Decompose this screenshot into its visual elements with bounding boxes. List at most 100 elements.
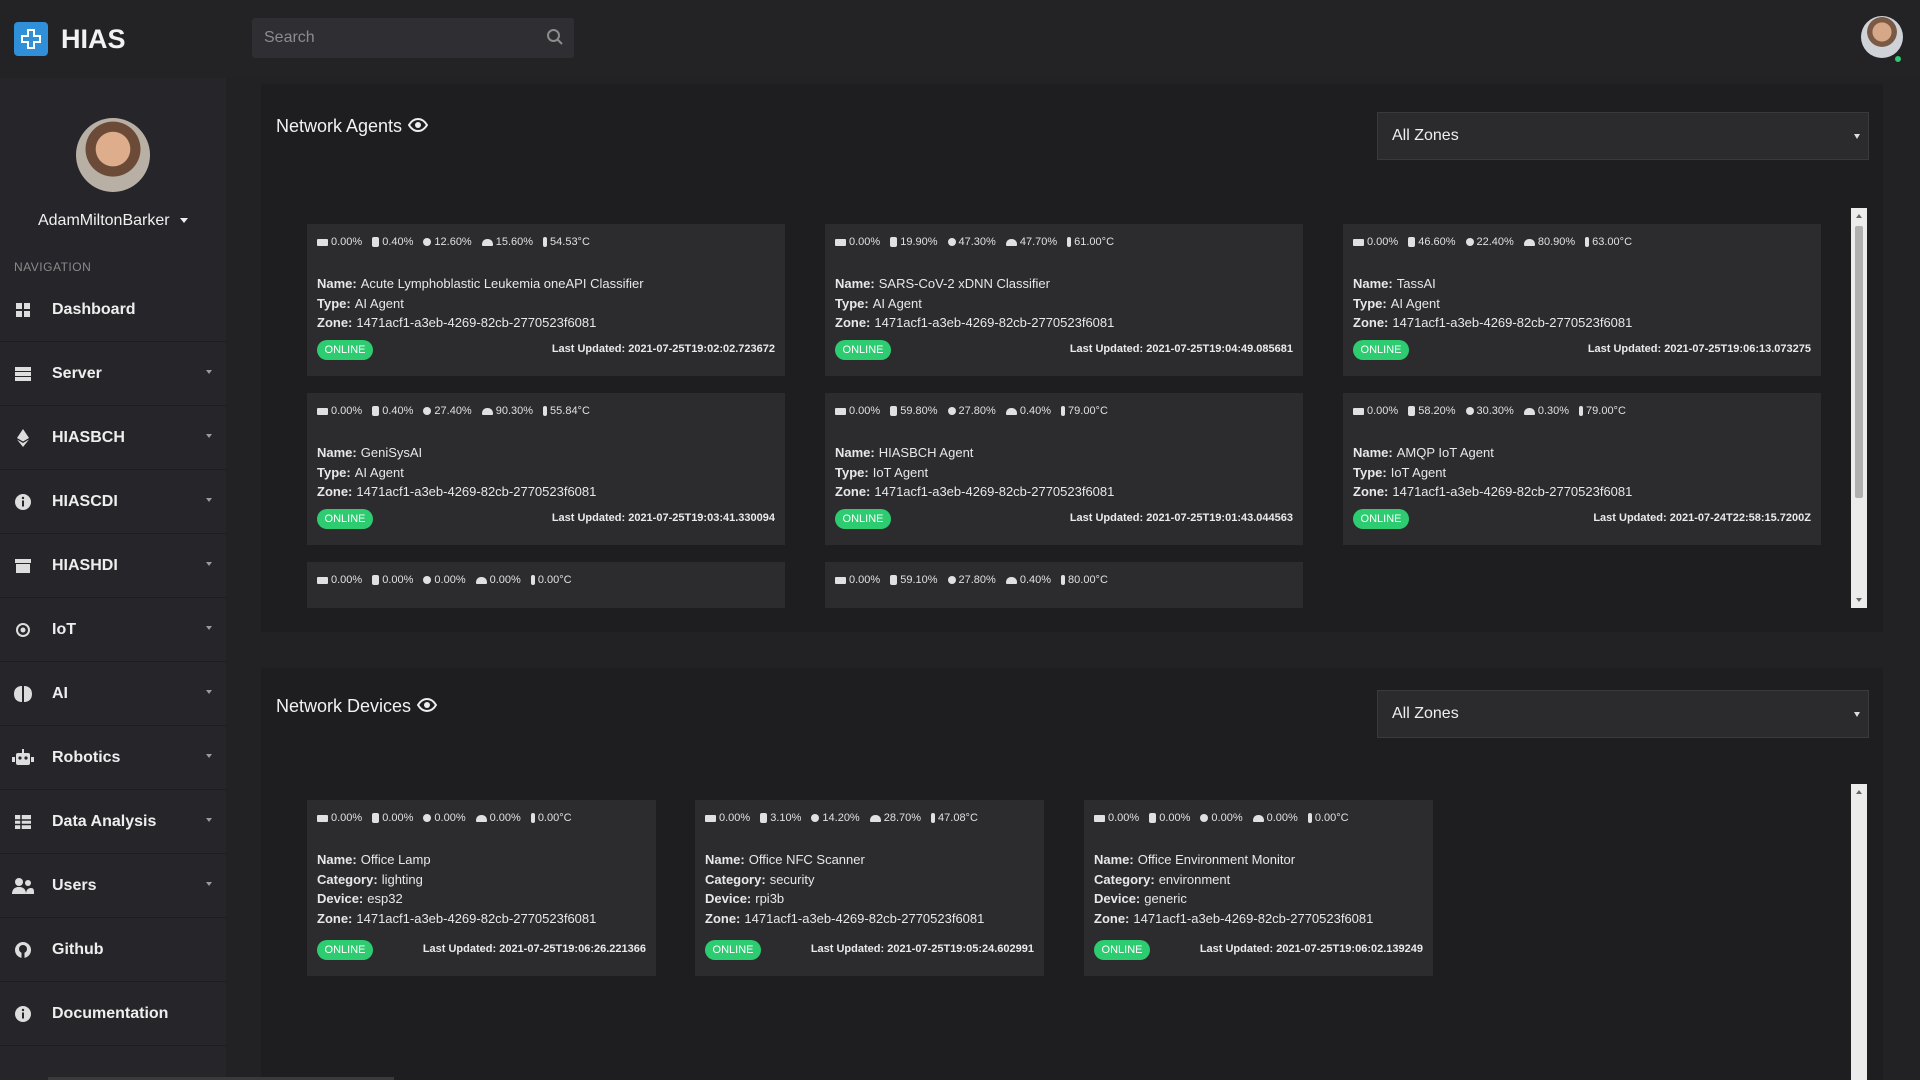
table-icon: [12, 811, 34, 833]
stat-item: 0.00%: [835, 236, 880, 248]
stat-value: 0.00%: [849, 574, 881, 586]
stat-value: 0.00%: [849, 236, 881, 248]
device-card[interactable]: 0.00% 0.00% 0.00% 0.00% 0.00°C Name: Office La…: [307, 800, 656, 976]
stat-item: 80.00°C: [1061, 574, 1108, 586]
stat-value: 0.00%: [1367, 405, 1399, 417]
card-stats: 0.00% 19.90% 47.30% 47.70% 61.00°C: [835, 236, 1124, 248]
name-label: Name:: [1353, 445, 1393, 460]
eye-icon[interactable]: [416, 696, 438, 717]
devices-scrollbar[interactable]: [1851, 784, 1867, 1080]
status-badge: ONLINE: [317, 509, 373, 529]
sidebar-item-ai[interactable]: AI: [0, 662, 226, 726]
stat-item: 79.00°C: [1579, 405, 1626, 417]
scroll-up-icon[interactable]: [1856, 214, 1862, 218]
search-icon[interactable]: [546, 28, 564, 51]
app-title[interactable]: HIAS: [61, 24, 126, 55]
devices-zone-select[interactable]: All Zones: [1377, 690, 1869, 738]
card-type-line: Type: AI Agent: [835, 296, 922, 311]
temperature-icon: [530, 813, 535, 823]
stat-item: 14.20%: [811, 812, 860, 824]
type-value: AI Agent: [354, 464, 404, 480]
sidebar-item-hiascdi[interactable]: HIASCDI: [0, 470, 226, 534]
card-category-line: Category: environment: [1094, 872, 1230, 887]
card-zone-line: Zone: 1471acf1-a3eb-4269-82cb-2770523f608…: [1353, 315, 1632, 330]
card-zone-line: Zone: 1471acf1-a3eb-4269-82cb-2770523f608…: [835, 315, 1114, 330]
sidebar-item-hiasbch[interactable]: HIASBCH: [0, 406, 226, 470]
cpu-icon: [372, 406, 380, 416]
stat-item: 0.40%: [372, 236, 413, 248]
battery-icon: [317, 238, 328, 246]
sidebar-item-iot[interactable]: IoT: [0, 598, 226, 662]
search-input[interactable]: [252, 18, 532, 58]
name-value: Acute Lymphoblastic Leukemia oneAPI Clas…: [360, 276, 644, 291]
device-card[interactable]: 0.00% 3.10% 14.20% 28.70% 47.08°C Name: Office…: [695, 800, 1044, 976]
card-stats: 0.00% 0.00% 0.00% 0.00% 0.00°C: [317, 574, 582, 586]
temperature-icon: [1067, 237, 1072, 247]
card-zone-line: Zone: 1471acf1-a3eb-4269-82cb-2770523f608…: [1353, 484, 1632, 499]
card-name-line: Name: GeniSysAI: [317, 445, 422, 460]
eye-icon[interactable]: [407, 116, 429, 137]
stat-value: 30.30%: [1476, 405, 1514, 417]
sidebar-item-robotics[interactable]: Robotics: [0, 726, 226, 790]
zone-label: Zone:: [1353, 315, 1389, 330]
device-card[interactable]: 0.00% 0.00% 0.00% 0.00% 0.00°C Name: Office En…: [1084, 800, 1433, 976]
zone-label: Zone:: [835, 315, 871, 330]
hdd-icon: [1005, 238, 1017, 246]
hdd-icon: [481, 407, 493, 415]
sidebar-item-users[interactable]: Users: [0, 854, 226, 918]
card-stats: 0.00% 0.00% 0.00% 0.00% 0.00°C: [1094, 812, 1359, 824]
stat-item: 90.30%: [481, 405, 534, 417]
agent-card[interactable]: 0.00% 59.10% 27.80% 0.40% 80.00°C: [825, 562, 1303, 608]
stat-value: 90.30%: [495, 405, 534, 417]
sidebar-item-label: HIASCDI: [52, 492, 118, 510]
agent-card[interactable]: 0.00% 19.90% 47.30% 47.70% 61.00°C Name: SARS-…: [825, 224, 1303, 376]
card-type-line: Type: AI Agent: [317, 296, 404, 311]
hdd-icon: [1005, 407, 1017, 415]
device-value: generic: [1144, 891, 1187, 906]
agent-card[interactable]: 0.00% 58.20% 30.30% 0.30% 79.00°C Name: AMQP I…: [1343, 393, 1821, 545]
scroll-down-icon[interactable]: [1856, 598, 1862, 602]
agent-card[interactable]: 0.00% 0.40% 12.60% 15.60% 54.53°C Name: Acute …: [307, 224, 785, 376]
sidebar-item-label: Server: [52, 364, 102, 382]
zone-label: Zone:: [705, 910, 741, 926]
sidebar-item-dashboard[interactable]: Dashboard: [0, 278, 226, 342]
type-label: Type:: [835, 295, 869, 311]
stat-item: 30.30%: [1465, 405, 1514, 417]
agent-card[interactable]: 0.00% 46.60% 22.40% 80.90% 63.00°C Name: TassA…: [1343, 224, 1821, 376]
stat-item: 0.00°C: [530, 812, 572, 824]
panel-title: Network Agents: [276, 116, 429, 137]
agent-card[interactable]: 0.00% 59.80% 27.80% 0.40% 79.00°C Name: HIASBC…: [825, 393, 1303, 545]
zone-value: 1471acf1-a3eb-4269-82cb-2770523f6081: [1392, 484, 1633, 499]
stat-value: 0.00%: [489, 574, 521, 586]
sidebar-item-server[interactable]: Server: [0, 342, 226, 406]
scroll-up-icon[interactable]: [1856, 790, 1862, 794]
memory-icon: [947, 238, 956, 246]
user-menu[interactable]: AdamMiltonBarker: [0, 212, 226, 230]
user-avatar[interactable]: [1861, 16, 1903, 58]
type-value: AI Agent: [1390, 295, 1440, 311]
sidebar-item-data-analysis[interactable]: Data Analysis: [0, 790, 226, 854]
stat-value: 63.00°C: [1592, 236, 1633, 248]
name-label: Name:: [1353, 276, 1393, 291]
stat-value: 27.40%: [434, 405, 472, 417]
agent-card[interactable]: 0.00% 0.40% 27.40% 90.30% 55.84°C Name: GeniSy…: [307, 393, 785, 545]
scrollbar-thumb[interactable]: [1855, 226, 1863, 498]
stat-value: 47.08°C: [938, 812, 978, 824]
hias-logo-icon[interactable]: [14, 22, 48, 56]
stat-item: 15.60%: [481, 236, 533, 248]
stat-item: 0.00%: [475, 574, 521, 586]
agent-card[interactable]: 0.00% 0.00% 0.00% 0.00% 0.00°C: [307, 562, 785, 608]
agents-zone-select[interactable]: All Zones: [1377, 112, 1869, 160]
agents-scrollbar[interactable]: [1851, 208, 1867, 608]
memory-icon: [1465, 238, 1474, 246]
last-updated: Last Updated: 2021-07-25T19:05:24.602991: [810, 943, 1034, 955]
card-device-line: Device: generic: [1094, 891, 1187, 906]
sidebar-item-hiashdi[interactable]: HIASHDI: [0, 534, 226, 598]
panel-title: Network Devices: [276, 696, 438, 717]
sidebar-item-documentation[interactable]: Documentation: [0, 982, 226, 1046]
sidebar-item-github[interactable]: Github: [0, 918, 226, 982]
stat-value: 0.40%: [382, 405, 414, 417]
info-icon: [12, 491, 34, 513]
stat-value: 59.10%: [900, 574, 938, 586]
type-label: Type:: [835, 464, 869, 480]
